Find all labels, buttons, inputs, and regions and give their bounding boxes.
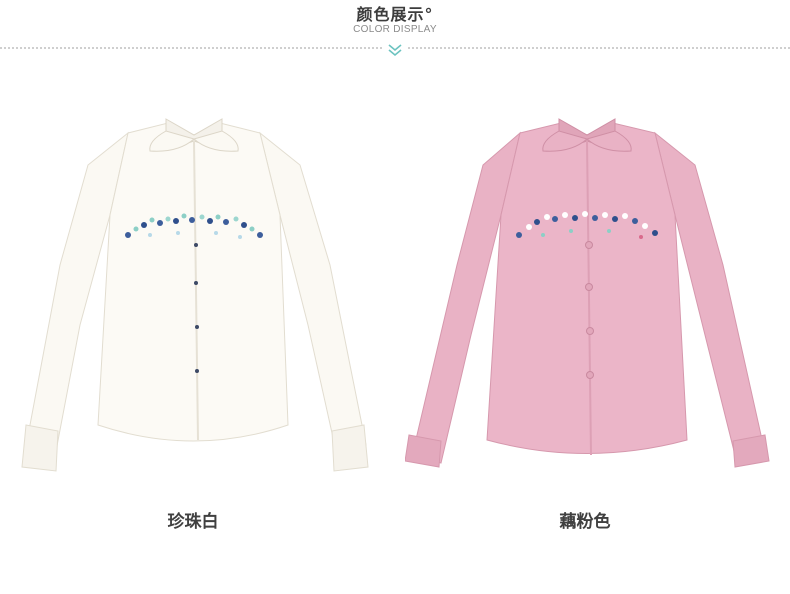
section-header: 颜色展示° COLOR DISPLAY (0, 0, 790, 62)
color-name-pearl-white: 珍珠白 (167, 512, 219, 532)
section-subtitle: COLOR DISPLAY (353, 24, 437, 35)
pink-shirt-image (404, 95, 770, 480)
color-name-lotus-pink: 藕粉色 (559, 512, 611, 532)
white-shirt-image (18, 95, 370, 480)
section-title: 颜色展示° (356, 5, 434, 24)
double-chevron-down-icon (384, 42, 406, 57)
